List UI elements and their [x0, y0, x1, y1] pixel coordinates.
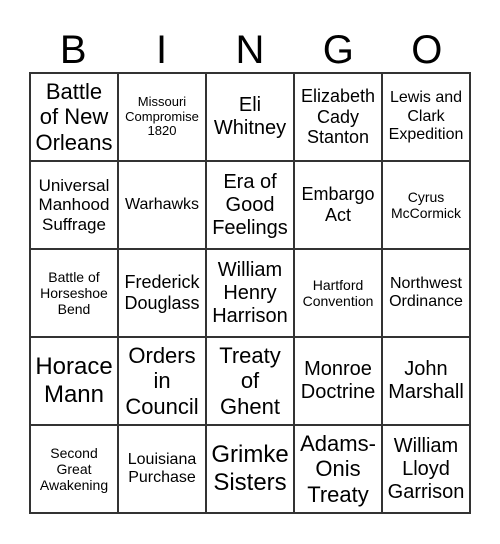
bingo-cell[interactable]: Grimke Sisters: [206, 425, 294, 513]
bingo-cell[interactable]: Monroe Doctrine: [294, 337, 382, 425]
bingo-cell[interactable]: Universal Manhood Suffrage: [30, 161, 118, 249]
header-letter-o: O: [411, 28, 443, 72]
bingo-cell[interactable]: Elizabeth Cady Stanton: [294, 73, 382, 161]
bingo-cell[interactable]: Horace Mann: [30, 337, 118, 425]
header-letter-n: N: [235, 28, 265, 72]
header-letter-b: B: [59, 28, 87, 72]
bingo-header: B I N G O: [29, 28, 471, 72]
bingo-cell[interactable]: William Henry Harrison: [206, 249, 294, 337]
bingo-grid: Battle of New Orleans Missouri Compromise…: [29, 72, 471, 514]
bingo-cell[interactable]: Embargo Act: [294, 161, 382, 249]
bingo-cell[interactable]: Cyrus McCormick: [382, 161, 470, 249]
bingo-cell[interactable]: Frederick Douglass: [118, 249, 206, 337]
bingo-cell[interactable]: John Marshall: [382, 337, 470, 425]
header-letter-i: I: [156, 28, 168, 72]
bingo-cell[interactable]: Louisiana Purchase: [118, 425, 206, 513]
bingo-cell[interactable]: William Lloyd Garrison: [382, 425, 470, 513]
bingo-cell[interactable]: Eli Whitney: [206, 73, 294, 161]
bingo-cell[interactable]: Orders in Council: [118, 337, 206, 425]
bingo-cell[interactable]: Hartford Convention: [294, 249, 382, 337]
bingo-cell[interactable]: Second Great Awakening: [30, 425, 118, 513]
bingo-cell[interactable]: Warhawks: [118, 161, 206, 249]
header-letter-g: G: [322, 28, 354, 72]
bingo-cell[interactable]: Era of Good Feelings: [206, 161, 294, 249]
bingo-cell[interactable]: Battle of New Orleans: [30, 73, 118, 161]
bingo-cell[interactable]: Northwest Ordinance: [382, 249, 470, 337]
bingo-cell[interactable]: Treaty of Ghent: [206, 337, 294, 425]
bingo-cell[interactable]: Battle of Horseshoe Bend: [30, 249, 118, 337]
bingo-cell[interactable]: Missouri Compromise 1820: [118, 73, 206, 161]
bingo-cell[interactable]: Adams- Onis Treaty: [294, 425, 382, 513]
bingo-cell[interactable]: Lewis and Clark Expedition: [382, 73, 470, 161]
